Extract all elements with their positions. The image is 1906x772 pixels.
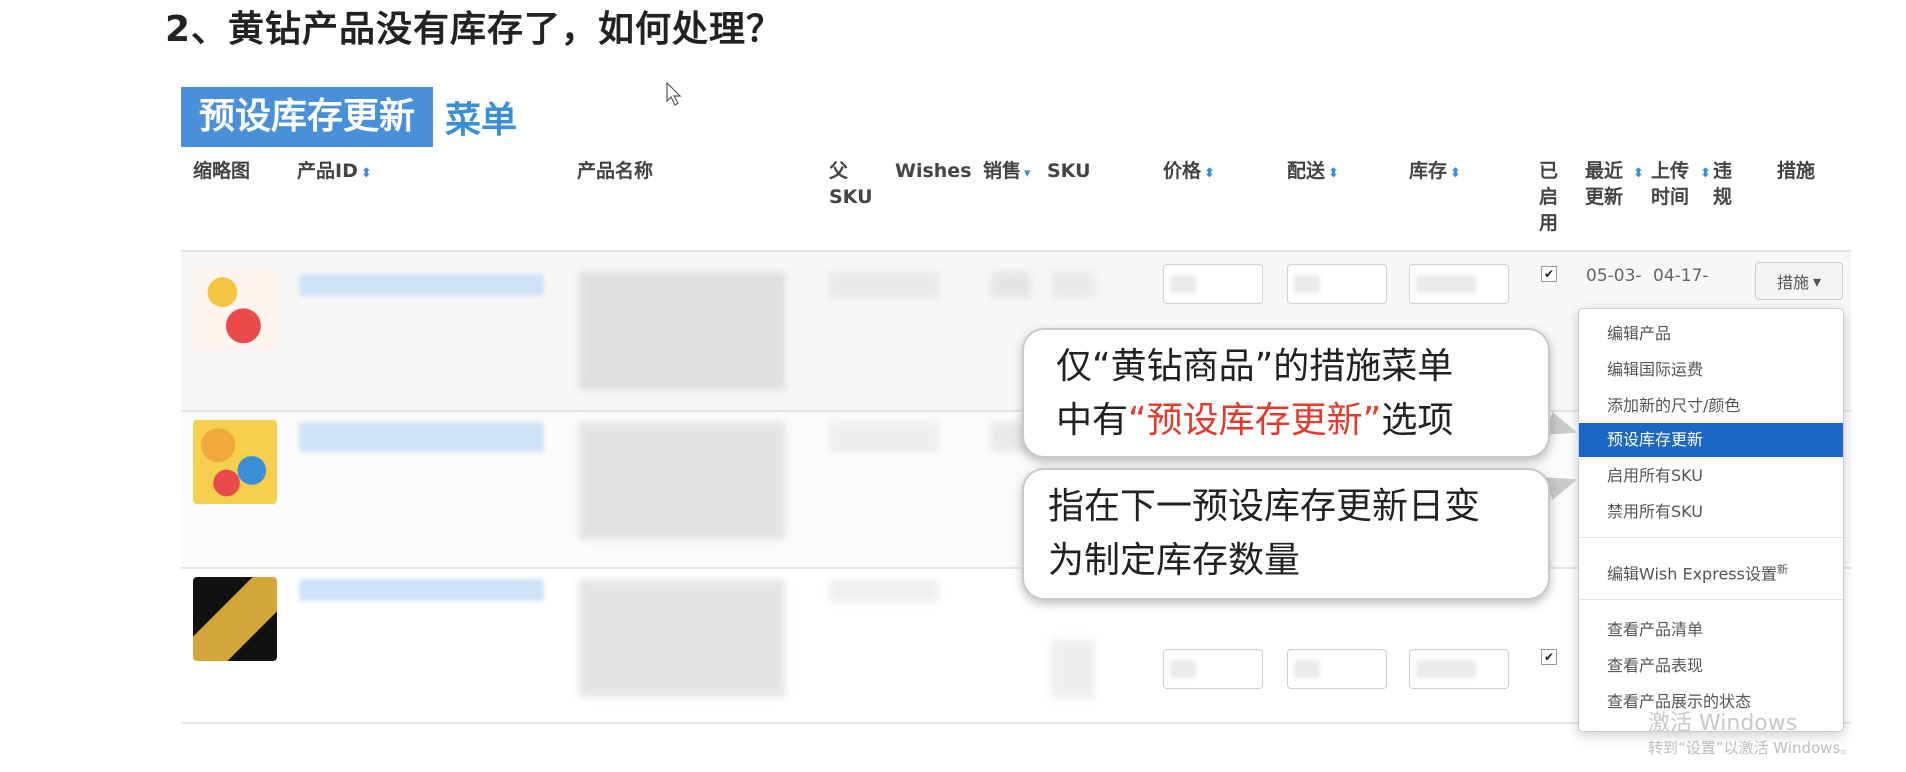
sales-blurred (991, 272, 1031, 298)
new-badge: 新 (1776, 563, 1788, 576)
callout-1-line1: 仅“黄钻商品”的措施菜单 (1056, 346, 1454, 387)
last-updated-value: 05-03- (1586, 266, 1642, 286)
inventory-input[interactable] (1409, 649, 1509, 689)
col-upload-time[interactable]: 上传时间 (1651, 158, 1695, 210)
parent-sku-blurred (829, 579, 939, 603)
shipping-input[interactable] (1287, 649, 1387, 689)
col-price[interactable]: 价格 ⬍ (1163, 158, 1215, 187)
sort-icon: ⬍ (1328, 166, 1339, 181)
product-id-link[interactable] (299, 422, 544, 452)
col-violation: 违规 (1713, 160, 1733, 208)
mouse-cursor-icon (666, 82, 682, 106)
col-wishes: Wishes (895, 160, 972, 182)
menu-item-edit-product[interactable]: 编辑产品 (1579, 317, 1843, 351)
sort-icon: ⬍ (1633, 166, 1644, 181)
menu-item-add-size-color[interactable]: 添加新的尺寸/颜色 (1579, 389, 1843, 423)
col-shipping[interactable]: 配送 ⬍ (1287, 158, 1339, 187)
callout-2-line2: 为制定库存数量 (1048, 540, 1301, 581)
callout-note-1: 仅“黄钻商品”的措施菜单 中有“预设库存更新”选项 (1022, 328, 1550, 458)
product-thumbnail[interactable] (193, 420, 277, 504)
product-thumbnail[interactable] (193, 267, 277, 351)
sort-icon: ⬍ (360, 166, 372, 181)
menu-item-enable-all-sku[interactable]: 启用所有SKU (1579, 459, 1843, 493)
sort-icon: ▾ (1024, 166, 1031, 181)
windows-activation-watermark: 激活 Windows 转到“设置”以激活 Windows。 (1648, 712, 1855, 760)
chevron-down-icon: ▾ (1812, 271, 1822, 291)
col-sales[interactable]: 销售 ▾ (983, 158, 1031, 187)
menu-label-suffix: 菜单 (445, 100, 518, 141)
product-id-link[interactable] (299, 274, 544, 296)
inventory-input[interactable] (1409, 264, 1509, 304)
product-thumbnail[interactable] (193, 577, 277, 661)
col-sku: SKU (1047, 160, 1091, 182)
product-id-link[interactable] (299, 579, 544, 601)
menu-item-edit-wish-express-label: 编辑Wish Express设置 (1607, 564, 1777, 584)
menu-item-view-product-list[interactable]: 查看产品清单 (1579, 613, 1843, 647)
col-product-id-label: 产品ID (297, 160, 358, 182)
product-name-blurred (579, 579, 785, 697)
callout-2-line1: 指在下一预设库存更新日变 (1048, 486, 1481, 527)
callout-highlight: “预设库存更新” (1128, 400, 1382, 441)
watermark-line1: 激活 Windows (1648, 711, 1798, 736)
sku-blurred (1051, 639, 1095, 699)
col-shipping-label: 配送 (1287, 160, 1326, 182)
col-sales-label: 销售 (983, 160, 1022, 182)
shipping-input[interactable] (1287, 264, 1387, 304)
slide-title: 2、黄钻产品没有库存了，如何处理？ (165, 9, 784, 50)
parent-sku-blurred (829, 422, 939, 452)
product-name-blurred (579, 272, 785, 390)
col-product-name: 产品名称 (577, 160, 654, 182)
menu-item-disable-all-sku[interactable]: 禁用所有SKU (1579, 495, 1843, 529)
actions-dropdown-menu: 编辑产品 编辑国际运费 添加新的尺寸/颜色 预设库存更新 启用所有SKU 禁用所… (1578, 308, 1844, 732)
actions-button[interactable]: 措施 ▾ (1755, 262, 1843, 300)
sort-icon: ⬍ (1700, 166, 1711, 181)
menu-divider (1579, 599, 1843, 600)
price-input[interactable] (1163, 264, 1263, 304)
table-header: 缩略图 产品ID ⬍ 产品名称 父 SKU Wishes 销售 ▾ SKU 价格 ⬍ … (181, 158, 1851, 250)
watermark-line2: 转到“设置”以激活 Windows。 (1648, 739, 1856, 757)
col-parent-sku: 父 SKU (829, 160, 873, 208)
menu-item-preset-inventory-update[interactable]: 预设库存更新 (1579, 423, 1843, 457)
col-enabled: 已启用 (1539, 160, 1559, 234)
callout-1-line2: 中有“预设库存更新”选项 (1056, 400, 1454, 441)
price-input[interactable] (1163, 649, 1263, 689)
col-last-updated-label: 最近更新 (1585, 160, 1624, 208)
menu-item-edit-wish-express[interactable]: 编辑Wish Express设置新 (1579, 553, 1843, 587)
sort-icon: ⬍ (1204, 166, 1215, 181)
menu-label-tag: 预设库存更新 (181, 87, 434, 147)
sku-blurred (1051, 272, 1095, 298)
upload-time-value: 04-17- (1653, 266, 1709, 286)
col-inventory[interactable]: 库存 ⬍ (1409, 158, 1461, 187)
enabled-checkbox[interactable]: ✔ (1541, 266, 1557, 282)
enabled-checkbox[interactable]: ✔ (1541, 649, 1557, 665)
menu-item-edit-intl-shipping[interactable]: 编辑国际运费 (1579, 353, 1843, 387)
actions-button-label: 措施 (1776, 273, 1809, 292)
menu-divider (1579, 537, 1843, 538)
sort-icon: ⬍ (1450, 166, 1461, 181)
col-inventory-label: 库存 (1409, 160, 1448, 182)
product-name-blurred (579, 422, 785, 540)
col-price-label: 价格 (1163, 160, 1202, 182)
col-actions: 措施 (1777, 160, 1816, 182)
menu-label: 预设库存更新 菜单 (181, 86, 517, 148)
callout-note-2: 指在下一预设库存更新日变 为制定库存数量 (1022, 468, 1550, 600)
parent-sku-blurred (829, 272, 939, 298)
col-upload-time-label: 上传时间 (1651, 160, 1690, 208)
menu-item-view-product-performance[interactable]: 查看产品表现 (1579, 649, 1843, 683)
col-product-id[interactable]: 产品ID ⬍ (297, 158, 372, 187)
col-last-updated[interactable]: 最近更新 (1585, 158, 1629, 210)
col-thumbnail: 缩略图 (193, 160, 251, 182)
